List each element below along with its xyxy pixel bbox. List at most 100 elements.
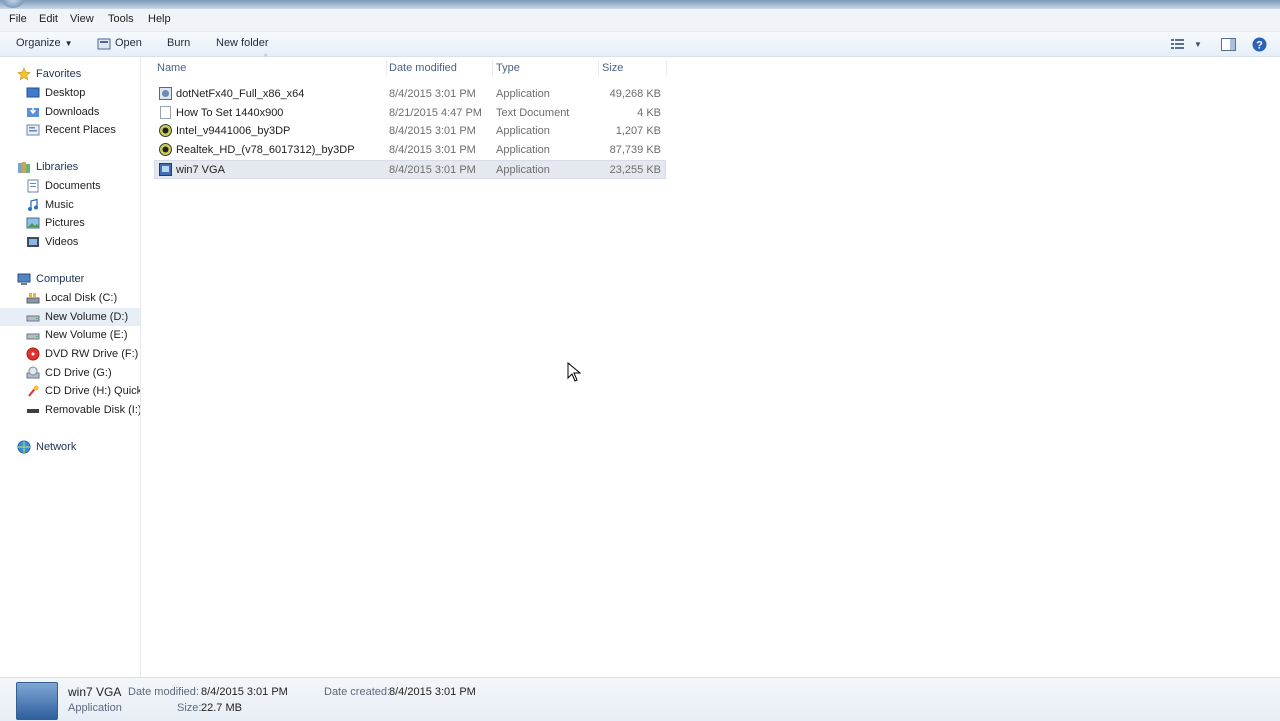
file-date-modified: 8/4/2015 3:01 PM [389, 144, 476, 156]
burn-button[interactable]: Burn [167, 37, 190, 49]
column-divider[interactable] [598, 60, 599, 76]
help-icon[interactable]: ? [1251, 36, 1267, 52]
preview-pane-icon[interactable] [1220, 36, 1236, 52]
documents-icon [26, 179, 40, 193]
window-title-strip [0, 0, 1280, 9]
nav-item-desktop[interactable]: Desktop [26, 84, 85, 102]
recent-places-icon [26, 123, 40, 137]
nav-computer[interactable]: Computer [17, 270, 84, 288]
file-size: 4 KB [637, 107, 661, 119]
drive-icon [26, 328, 40, 342]
nav-item-removable-disk-i[interactable]: Removable Disk (I:) [26, 401, 140, 419]
menu-help[interactable]: Help [148, 13, 171, 25]
column-divider[interactable] [386, 60, 387, 76]
network-icon [17, 440, 31, 454]
file-row-selected[interactable]: win7 VGA 8/4/2015 3:01 PM Application 23… [154, 160, 666, 179]
file-date-modified: 8/21/2015 4:47 PM [389, 107, 482, 119]
removable-disk-icon [26, 403, 40, 417]
computer-icon [17, 272, 31, 286]
details-date-modified-label: Date modified: [128, 686, 199, 698]
nav-item-recent-places[interactable]: Recent Places [26, 121, 116, 139]
drive-icon [26, 310, 40, 324]
sort-ascending-icon: ^ [264, 54, 268, 61]
nav-item-dvd-rw-drive-f[interactable]: DVD RW Drive (F:) Re [26, 345, 140, 363]
details-pane: win7 VGA Application Date modified: 8/4/… [0, 677, 1280, 721]
details-date-modified: 8/4/2015 3:01 PM [201, 686, 288, 698]
cd-drive-icon [26, 366, 40, 380]
nav-item-new-volume-e[interactable]: New Volume (E:) [26, 326, 140, 344]
column-divider[interactable] [492, 60, 493, 76]
organize-button[interactable]: Organize ▼ [16, 37, 73, 49]
file-row[interactable]: How To Set 1440x900 8/21/2015 4:47 PM Te… [155, 104, 665, 122]
3dp-app-icon [159, 124, 172, 137]
nav-item-music[interactable]: Music [26, 196, 74, 214]
file-type: Application [496, 88, 550, 100]
dvd-drive-icon [26, 347, 40, 361]
mouse-pointer-icon [567, 361, 582, 385]
nav-item-pictures[interactable]: Pictures [26, 214, 85, 232]
details-file-name: win7 VGA [68, 685, 122, 699]
nav-item-label: Desktop [45, 87, 86, 99]
nav-item-cd-drive-g[interactable]: CD Drive (G:) [26, 364, 140, 382]
open-icon [96, 36, 112, 52]
view-options-icon[interactable] [1170, 36, 1186, 52]
nav-item-label: Pictures [45, 217, 85, 229]
menu-file[interactable]: File [9, 13, 27, 25]
nav-item-label: CD Drive (H:) Quick [45, 385, 140, 397]
vga-app-large-icon [16, 682, 58, 720]
nav-item-new-volume-d[interactable]: New Volume (D:) [0, 308, 140, 326]
new-folder-button[interactable]: New folder [216, 37, 269, 49]
command-bar: Organize ▼ Open Burn New folder ▼ ? [0, 32, 1280, 57]
menu-view[interactable]: View [70, 13, 94, 25]
file-name: win7 VGA [176, 164, 225, 176]
nav-item-videos[interactable]: Videos [26, 233, 78, 251]
cd-drive-icon [26, 384, 40, 398]
nav-item-cd-drive-h[interactable]: CD Drive (H:) Quick [26, 382, 140, 400]
file-name: How To Set 1440x900 [176, 107, 284, 119]
column-header-name[interactable]: Name [157, 62, 186, 74]
file-row[interactable]: dotNetFx40_Full_x86_x64 8/4/2015 3:01 PM… [155, 85, 665, 103]
file-type: Text Document [496, 107, 570, 119]
file-date-modified: 8/4/2015 3:01 PM [389, 125, 476, 137]
file-row[interactable]: Realtek_HD_(v78_6017312)_by3DP 8/4/2015 … [155, 141, 665, 159]
star-icon [17, 67, 31, 81]
details-date-created-label: Date created: [324, 686, 391, 698]
file-size: 23,255 KB [609, 164, 661, 176]
open-button[interactable]: Open [115, 37, 142, 49]
nav-item-label: Videos [45, 236, 79, 248]
nav-item-label: Music [45, 199, 74, 211]
downloads-icon [26, 105, 40, 119]
nav-item-label: Downloads [45, 106, 100, 118]
menu-edit[interactable]: Edit [39, 13, 58, 25]
nav-computer-label: Computer [36, 273, 85, 285]
start-orb-icon[interactable] [2, 0, 24, 8]
nav-item-label: Recent Places [45, 124, 116, 136]
nav-item-documents[interactable]: Documents [26, 177, 101, 195]
nav-item-downloads[interactable]: Downloads [26, 103, 99, 121]
nav-item-label: DVD RW Drive (F:) Re [45, 348, 140, 360]
column-header-size[interactable]: Size [602, 62, 623, 74]
file-type: Application [496, 125, 550, 137]
file-name: Realtek_HD_(v78_6017312)_by3DP [176, 144, 355, 156]
column-divider[interactable] [666, 60, 667, 76]
menu-tools[interactable]: Tools [108, 13, 134, 25]
view-dropdown-icon[interactable]: ▼ [1190, 36, 1206, 52]
nav-network[interactable]: Network [17, 438, 76, 456]
nav-item-label: New Volume (D:) [45, 311, 129, 323]
nav-libraries[interactable]: Libraries [17, 158, 78, 176]
nav-item-local-disk-c[interactable]: Local Disk (C:) [26, 289, 140, 307]
desktop-icon [26, 86, 40, 100]
music-icon [26, 198, 40, 212]
column-header-date-modified[interactable]: Date modified [389, 62, 457, 74]
nav-favorites[interactable]: Favorites [17, 65, 81, 83]
file-row[interactable]: Intel_v9441006_by3DP 8/4/2015 3:01 PM Ap… [155, 122, 665, 140]
column-header-type[interactable]: Type [496, 62, 520, 74]
pictures-icon [26, 216, 40, 230]
file-size: 1,207 KB [615, 125, 661, 137]
nav-item-label: Removable Disk (I:) [45, 404, 140, 416]
details-date-created: 8/4/2015 3:01 PM [389, 686, 476, 698]
file-date-modified: 8/4/2015 3:01 PM [389, 164, 476, 176]
videos-icon [26, 235, 40, 249]
details-size-label: Size: [177, 702, 202, 714]
nav-item-label: CD Drive (G:) [45, 367, 112, 379]
